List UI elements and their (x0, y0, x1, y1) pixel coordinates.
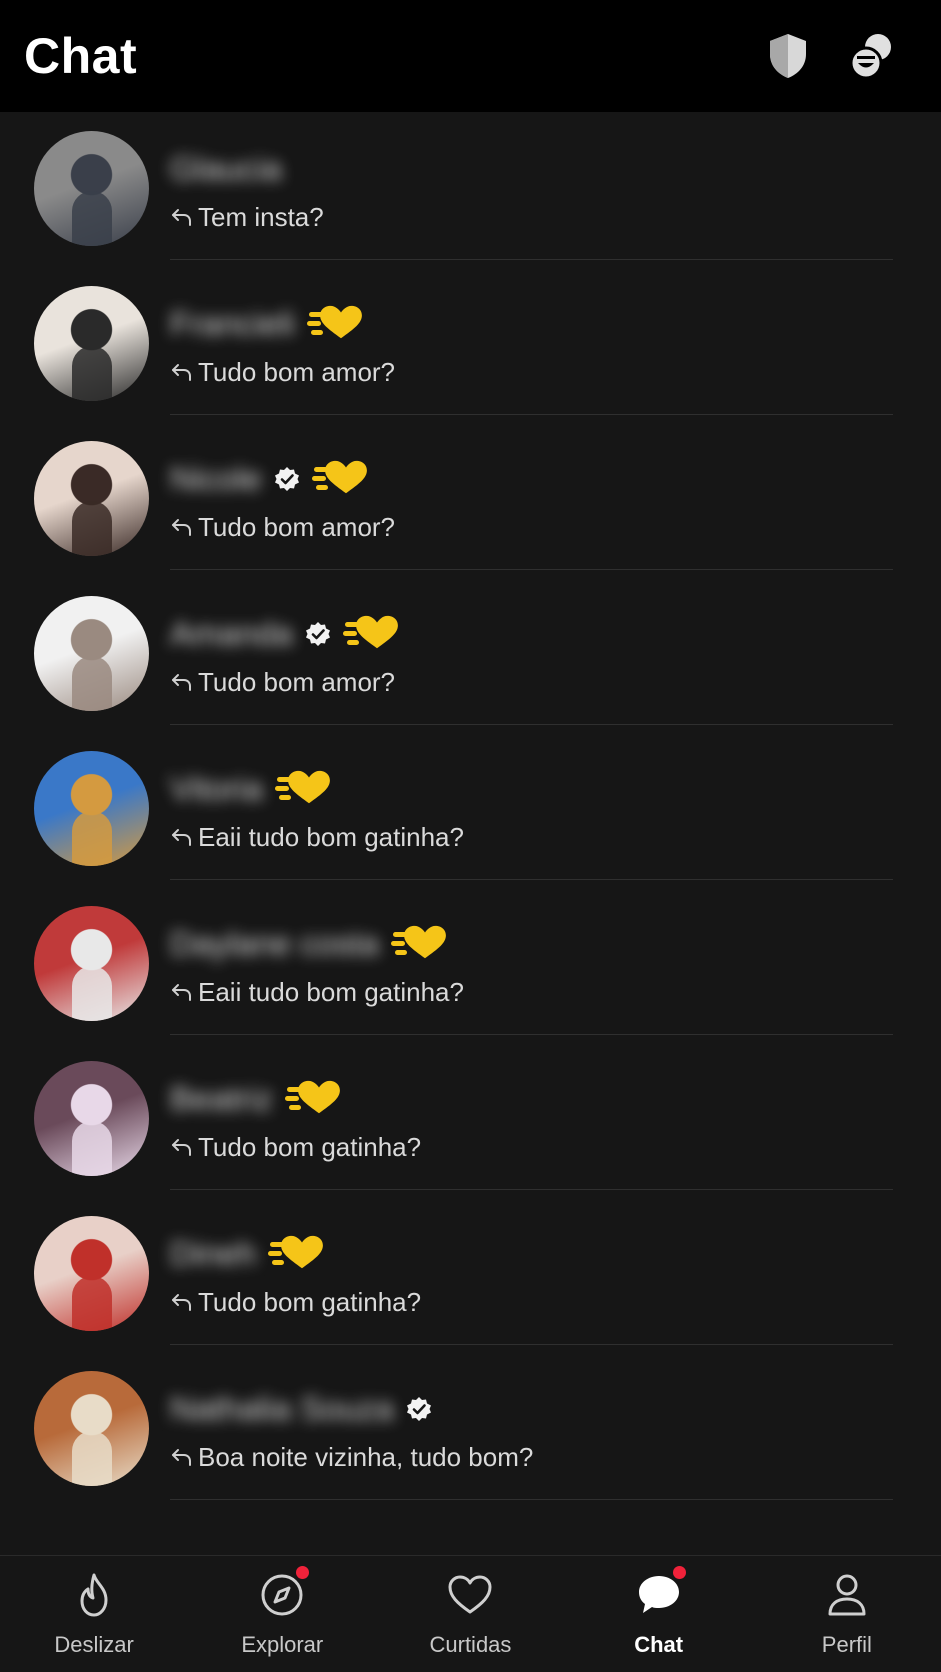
reply-arrow-icon (170, 1446, 192, 1468)
notification-dot (672, 1566, 686, 1579)
heart-icon (445, 1570, 495, 1620)
avatar[interactable] (34, 131, 149, 246)
reply-arrow-icon (170, 361, 192, 383)
reply-arrow-icon (170, 206, 192, 228)
verified-badge-icon (406, 1396, 432, 1422)
contact-name: Daylane costa (170, 925, 380, 962)
avatar[interactable] (34, 1371, 149, 1486)
name-line: Beatriz (170, 1077, 347, 1121)
nav-item-perfil[interactable]: Perfil (753, 1556, 941, 1672)
shield-icon[interactable] (763, 31, 813, 81)
conversation-row[interactable]: Glaucia Tem insta? (0, 105, 941, 260)
nav-label: Deslizar (54, 1632, 134, 1657)
contact-name: Nathalia Souza (170, 1390, 394, 1427)
contact-name: Dineh (170, 1235, 257, 1272)
last-message: Tudo bom gatinha? (170, 1127, 421, 1167)
last-message-text: Tem insta? (198, 201, 324, 232)
profile-icon (822, 1570, 872, 1620)
name-line: Daylane costa (170, 922, 453, 966)
reply-arrow-icon (170, 1136, 192, 1158)
last-message-text: Tudo bom gatinha? (198, 1286, 422, 1317)
reply-arrow-icon (170, 981, 192, 1003)
conversation-row[interactable]: Amanda Tudo bom amor? (0, 570, 941, 725)
last-message-text: Tudo bom amor? (198, 356, 396, 387)
header-bar: Chat (0, 0, 941, 112)
super-like-heart-icon (342, 614, 405, 654)
avatar[interactable] (34, 906, 149, 1021)
name-line: Amanda (170, 612, 405, 656)
nav-item-deslizar[interactable]: Deslizar (0, 1556, 188, 1672)
chat-bubble-icon (634, 1566, 686, 1620)
name-line: Dineh (170, 1232, 330, 1276)
last-message: Tem insta? (170, 197, 324, 237)
nav-item-explorar[interactable]: Explorar (188, 1556, 376, 1672)
verified-badge-icon (305, 621, 331, 647)
verified-badge-icon (274, 466, 300, 492)
notification-dot (296, 1566, 310, 1579)
last-message-text: Tudo bom gatinha? (198, 1131, 422, 1162)
name-line: Francieli (170, 302, 369, 346)
last-message: Tudo bom gatinha? (170, 1282, 421, 1322)
nav-label: Perfil (821, 1632, 872, 1657)
conversation-row[interactable]: Dineh Tudo bom gatinha? (0, 1190, 941, 1345)
reply-arrow-icon (170, 826, 192, 848)
page-title: Chat (24, 28, 138, 84)
last-message: Tudo bom amor? (170, 352, 395, 392)
reply-arrow-icon (170, 1291, 192, 1313)
last-message-text: Eaii tudo bom gatinha? (198, 976, 464, 1007)
conversation-list[interactable]: GualanasesGualanases e você?Glaucia Tem … (0, 0, 941, 1555)
name-line: Nicole (170, 457, 374, 501)
last-message-text: Tudo bom amor? (198, 666, 396, 697)
contact-name: Glaucia (170, 150, 282, 187)
contact-name: Francieli (170, 305, 295, 342)
last-message-text: Tudo bom amor? (198, 511, 396, 542)
last-message: Eaii tudo bom gatinha? (170, 972, 464, 1012)
nav-label: Explorar (241, 1632, 324, 1657)
super-like-heart-icon (391, 924, 453, 964)
bottom-navigation: Deslizar Explorar Curtidas Chat Perfil (0, 1555, 941, 1672)
header-actions (763, 31, 897, 81)
conversation-row[interactable]: Nathalia Souza Boa noite vizinha, tudo b… (0, 1345, 941, 1500)
super-like-heart-icon (284, 1079, 347, 1119)
super-like-heart-icon (311, 459, 374, 499)
reply-arrow-icon (170, 671, 192, 693)
avatar[interactable] (34, 596, 149, 711)
nav-item-curtidas[interactable]: Curtidas (376, 1556, 564, 1672)
conversation-row[interactable]: Vitoria Eaii tudo bom gatinha? (0, 725, 941, 880)
last-message: Boa noite vizinha, tudo bom? (170, 1437, 533, 1477)
contact-name: Amanda (170, 615, 293, 652)
last-message-text: Boa noite vizinha, tudo bom? (198, 1441, 534, 1472)
last-message: Tudo bom amor? (170, 507, 395, 547)
name-line: Nathalia Souza (170, 1387, 432, 1431)
compass-icon (257, 1566, 310, 1620)
flame-icon (69, 1570, 119, 1620)
chat-screen: GualanasesGualanases e você?Glaucia Tem … (0, 0, 941, 1672)
matches-icon[interactable] (847, 31, 897, 81)
last-message-text: Eaii tudo bom gatinha? (198, 821, 464, 852)
last-message: Eaii tudo bom gatinha? (170, 817, 464, 857)
contact-name: Vitoria (170, 770, 263, 807)
avatar[interactable] (34, 751, 149, 866)
avatar[interactable] (34, 1216, 149, 1331)
last-message: Tudo bom amor? (170, 662, 395, 702)
conversation-row[interactable]: Beatriz Tudo bom gatinha? (0, 1035, 941, 1190)
reply-arrow-icon (170, 516, 192, 538)
name-line: Glaucia (170, 147, 282, 191)
nav-label: Curtidas (429, 1632, 512, 1657)
name-line: Vitoria (170, 767, 337, 811)
conversation-row[interactable]: Nicole Tudo bom amor? (0, 415, 941, 570)
super-like-heart-icon (274, 769, 337, 809)
avatar[interactable] (34, 286, 149, 401)
contact-name: Beatriz (170, 1080, 273, 1117)
nav-label: Chat (634, 1632, 684, 1657)
avatar[interactable] (34, 1061, 149, 1176)
super-like-heart-icon (306, 304, 369, 344)
nav-item-chat[interactable]: Chat (565, 1556, 753, 1672)
super-like-heart-icon (268, 1234, 330, 1274)
row-divider (170, 1499, 893, 1500)
conversation-row[interactable]: Daylane costa Eaii tudo bom gatinha? (0, 880, 941, 1035)
contact-name: Nicole (170, 460, 262, 497)
conversation-row[interactable]: Francieli Tudo bom amor? (0, 260, 941, 415)
avatar[interactable] (34, 441, 149, 556)
